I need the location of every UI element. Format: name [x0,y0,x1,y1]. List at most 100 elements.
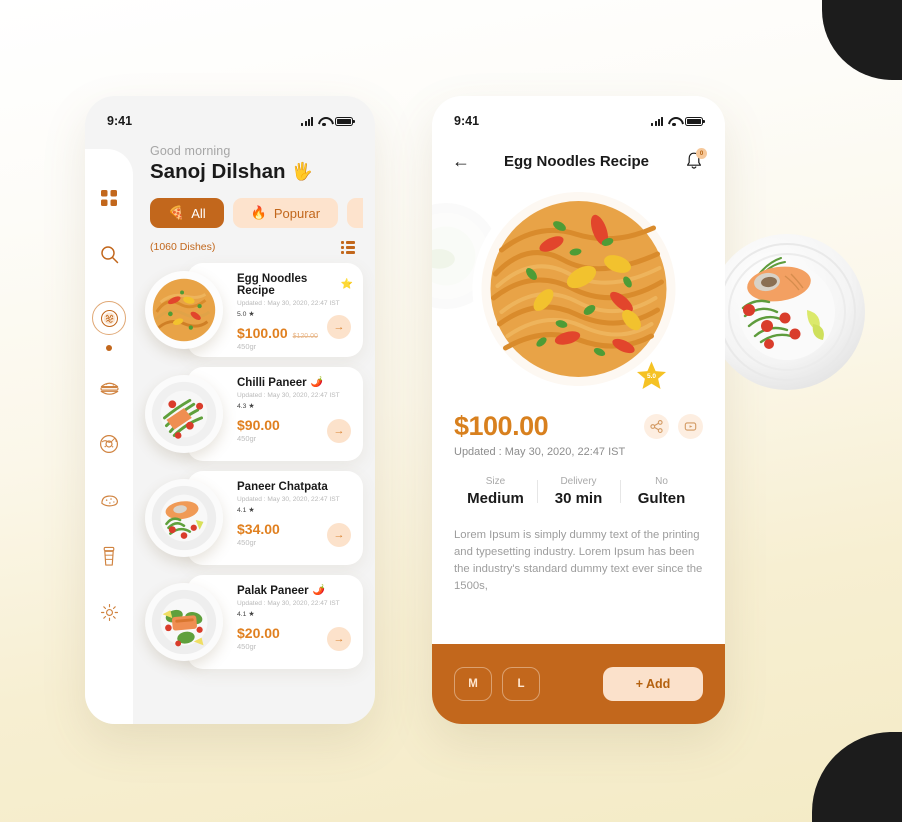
dish-count-row: (1060 Dishes) [145,241,363,254]
category-chip-row[interactable]: 🍕 All 🔥 Popurar 🌯 [145,198,363,228]
dish-thumbnail [145,582,223,661]
share-icon [650,420,663,433]
list-item[interactable]: Chilli Paneer 🌶️ Updated : May 30, 2020,… [145,366,363,461]
noodles-icon [100,309,118,327]
notification-bell-button[interactable]: 0 [683,148,707,172]
spec-value: Medium [467,490,524,507]
price-row: $100.00 [454,411,703,442]
dish-price: $20.00 [237,624,280,641]
sidebar-item-search[interactable] [96,241,122,267]
battery-icon [685,116,705,126]
size-option-m[interactable]: M [454,667,492,701]
gear-icon [100,603,118,621]
wifi-icon [318,117,330,126]
video-icon [684,422,697,431]
dish-thumbnail [145,478,223,557]
detail-header: ← Egg Noodles Recipe 0 [432,136,725,172]
dish-rating: 4.1 ★ [237,610,255,618]
sidebar-item-drinks[interactable] [96,543,122,569]
search-icon [100,245,118,263]
sidebar-item-dashboard[interactable] [96,185,122,211]
dish-thumbnail [145,374,223,453]
list-view-icon[interactable] [340,241,355,254]
sidebar-item-donuts[interactable] [96,431,122,457]
status-bar-left: 9:41 [85,96,375,136]
dish-updated: Updated : May 30, 2020, 22:47 IST [237,495,340,503]
hero-rating-value: 5.0 [646,373,657,380]
hero-rating-badge: 5.0 [635,360,668,393]
spec-value: 30 min [554,490,603,507]
status-time: 9:41 [107,114,133,128]
chilli-tag-icon: 🌶️ [312,585,326,597]
noodles-photo-icon [145,270,223,349]
page-title: Egg Noodles Recipe [503,152,650,170]
dish-list: Egg Noodles Recipe ⭐ Updated : May 30, 2… [145,262,363,669]
dish-title: Egg Noodles Recipe [237,272,308,297]
back-arrow-icon[interactable]: ← [452,152,470,170]
chilli-paneer-photo-icon [145,374,223,453]
dish-updated: Updated : May 30, 2020, 22:47 IST [237,299,340,307]
paneer-chatpata-photo-icon [145,478,223,557]
add-to-cart-button[interactable]: + Add [603,667,703,701]
dish-old-price: $120.00 [292,332,318,340]
dish-go-button[interactable]: → [327,418,351,443]
spec-label: No [655,476,668,487]
donut-icon [100,435,118,453]
sidebar-item-cookies[interactable] [96,487,122,513]
wave-emoji-icon: 🖐️ [291,162,313,181]
spec-size: Size Medium [454,476,537,507]
spec-label: Size [485,476,506,487]
left-main-content: Good morning Sanoj Dilshan 🖐️ 🍕 All 🔥 Po… [133,136,375,724]
grid-icon [101,190,117,206]
list-item[interactable]: Paneer Chatpata Updated : May 30, 2020, … [145,470,363,565]
scene-canvas: 9:41 Good morning Sanoj Dilshan 🖐️ 🍕 All… [0,0,902,822]
dish-count-label: (1060 Dishes) [150,241,216,254]
category-chip-label: All [191,205,206,221]
list-item[interactable]: Egg Noodles Recipe ⭐ Updated : May 30, 2… [145,262,363,357]
spec-value: Gulten [637,490,686,507]
dish-weight: 450gr [237,341,257,351]
sidebar-item-noodles[interactable] [92,301,126,335]
share-button[interactable] [644,414,669,439]
spec-gluten: No Gulten [620,476,703,507]
dish-rating: 4.1 ★ [237,506,255,514]
pizza-icon: 🍕 [168,205,185,220]
dish-updated: Updated : May 30, 2020, 22:47 IST [237,599,340,607]
category-chip-popular[interactable]: 🔥 Popurar [232,198,339,228]
decor-corner-bottom-right [812,732,902,822]
status-time: 9:41 [454,114,480,128]
notification-badge: 0 [696,148,707,159]
dish-go-button[interactable]: → [327,314,351,339]
signal-icon [301,116,313,126]
dish-rating: 4.3 ★ [237,402,255,410]
dish-title: Palak Paneer [237,584,309,597]
category-chip-all[interactable]: 🍕 All [150,198,224,228]
dish-go-button[interactable]: → [327,522,351,547]
dish-title: Paneer Chatpata [237,480,328,493]
battery-icon [335,116,355,126]
status-icons [301,116,355,126]
user-name-text: Sanoj Dilshan [150,160,286,183]
dish-title: Chilli Paneer [237,376,307,389]
detail-updated: Updated : May 30, 2020, 22:47 IST [454,446,626,458]
dish-updated: Updated : May 30, 2020, 22:47 IST [237,391,340,399]
dish-title-row: Paneer Chatpata [237,481,353,493]
palak-paneer-photo-icon [145,582,223,661]
drink-icon [103,546,115,566]
dish-title-row: Egg Noodles Recipe ⭐ [237,273,353,297]
dish-go-button[interactable]: → [327,626,351,651]
size-option-l[interactable]: L [502,667,540,701]
phone-right: 9:41 ← Egg Noodles Recipe 0 5.0 $100.00 … [432,96,725,724]
price-block: $100.00 Updated: May 30, 2020, 22:47 IS… [432,397,725,458]
video-button[interactable] [678,414,703,439]
sidebar-item-settings[interactable] [96,599,122,625]
dish-price: $100.00 [237,324,288,341]
fire-icon: 🔥 [250,205,267,220]
hero-image-area: 5.0 [432,182,725,397]
floating-salmon-plate-icon [709,234,865,390]
sidebar-rail [85,149,133,724]
category-chip-third[interactable]: 🌯 [347,198,363,228]
list-item[interactable]: Palak Paneer 🌶️ Updated : May 30, 2020, … [145,574,363,669]
sidebar-item-burgers[interactable] [96,375,122,401]
signal-icon [651,116,663,126]
